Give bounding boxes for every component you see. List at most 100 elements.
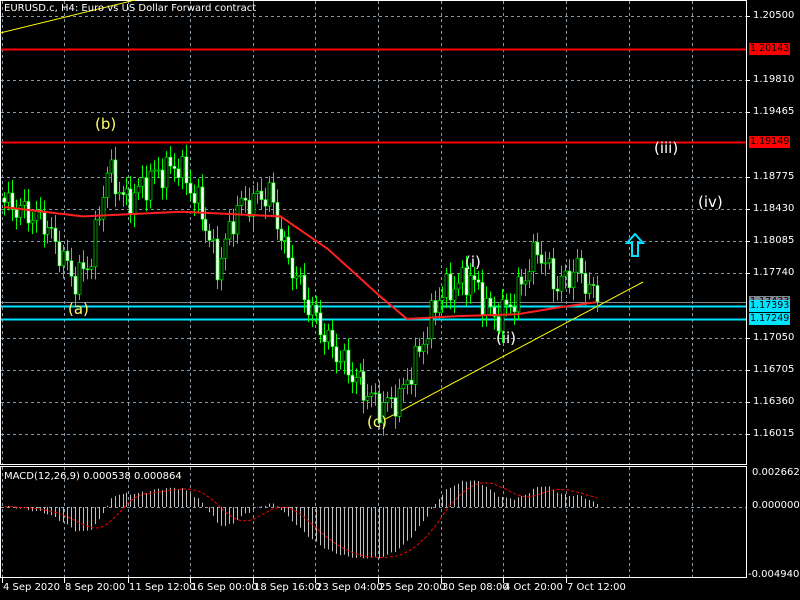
candle-body: [318, 312, 323, 336]
candle-body: [140, 177, 145, 187]
candle-body: [6, 192, 11, 203]
candle-body: [61, 250, 66, 267]
candle-body: [117, 192, 122, 195]
wave-label-b: (b): [95, 115, 117, 133]
candle-body: [144, 177, 149, 201]
time-label: 23 Sep 04:00: [316, 582, 383, 593]
candle-body: [401, 384, 406, 389]
candle-body: [523, 280, 528, 285]
candle-body: [421, 343, 426, 352]
candle-body: [393, 397, 398, 417]
candle-body: [413, 345, 418, 385]
candle-body: [326, 329, 331, 343]
candle-body: [417, 345, 422, 352]
candle-body: [405, 379, 410, 385]
candle-body: [85, 268, 90, 271]
candle-body: [239, 197, 244, 206]
candle-body: [437, 299, 442, 313]
wave-label-c: (c): [367, 413, 387, 431]
candle-body: [188, 182, 193, 194]
candle-body: [97, 218, 102, 221]
candle-body: [480, 282, 485, 316]
candle-body: [93, 219, 98, 268]
candle-body: [215, 238, 220, 281]
candle-body: [373, 392, 378, 395]
candle-body: [259, 190, 264, 200]
candle-body: [559, 275, 564, 292]
time-label: 18 Sep 16:00: [254, 582, 321, 593]
time-label: 11 Sep 12:00: [129, 582, 196, 593]
candle-body: [472, 275, 477, 281]
candle-body: [330, 329, 335, 347]
candle-body: [294, 275, 299, 279]
candle-body: [180, 156, 185, 179]
candle-body: [172, 165, 177, 169]
candle-body: [314, 304, 319, 314]
candle-body: [583, 273, 588, 294]
candle-body: [476, 279, 481, 283]
mt4-chart-window[interactable]: EURUSD.c, H4: Euro vs US Dollar Forward …: [0, 0, 800, 600]
time-label: 4 Oct 20:00: [504, 582, 563, 593]
candle-body: [121, 192, 126, 195]
candle-body: [156, 169, 161, 172]
candle-body: [286, 236, 291, 259]
candle-body: [176, 168, 181, 179]
price-tick-label: 1.20500: [753, 9, 795, 21]
price-tick-label: 1.19810: [753, 73, 795, 85]
time-label: 30 Sep 08:00: [442, 582, 509, 593]
candle-body: [132, 192, 137, 215]
candle-body: [184, 156, 189, 184]
candle-body: [444, 273, 449, 298]
candle-body: [298, 275, 303, 277]
candle-body: [425, 338, 430, 345]
candle-body: [196, 186, 201, 204]
candle-body: [73, 276, 78, 295]
candle-body: [555, 288, 560, 292]
candle-body: [77, 262, 82, 295]
macd-axis-min: -0.004940: [748, 569, 800, 580]
candle-body: [168, 156, 173, 167]
candle-body: [302, 275, 307, 301]
candle-body: [571, 271, 576, 288]
candle-body: [527, 271, 532, 282]
wave-label-ii: (ii): [496, 329, 517, 347]
candle-body: [358, 371, 363, 378]
candle-body: [109, 159, 114, 174]
price-tag: 1.20143: [749, 43, 790, 55]
macd-label: MACD(12,26,9) 0.000538 0.000864: [4, 471, 182, 482]
candle-body: [464, 267, 469, 296]
candle-body: [81, 262, 86, 270]
price-tick-label: 1.18775: [753, 170, 795, 182]
candle-body: [148, 170, 153, 201]
wave-label-i: (i): [465, 253, 481, 271]
candle-body: [30, 220, 35, 224]
time-label: 8 Sep 20:00: [65, 582, 126, 593]
candle-body: [346, 349, 351, 376]
candle-body: [512, 306, 517, 313]
candle-body: [488, 297, 493, 308]
candle-body: [595, 285, 600, 303]
candle-body: [227, 221, 232, 240]
price-tag: 1.19149: [749, 136, 790, 148]
candle-body: [484, 297, 489, 316]
up-arrow-icon[interactable]: [625, 233, 645, 258]
price-tick-label: 1.16360: [753, 395, 795, 407]
candle-body: [334, 346, 339, 363]
candle-body: [587, 284, 592, 294]
candle-body: [306, 299, 311, 316]
candle-body: [124, 188, 129, 195]
candle-body: [69, 260, 74, 277]
candle-body: [460, 267, 465, 284]
candle-body: [263, 199, 268, 207]
price-chart[interactable]: [0, 0, 800, 600]
candle-body: [89, 266, 94, 270]
candle-body: [342, 349, 347, 362]
candle-body: [591, 284, 596, 286]
price-tag: 1.17249: [749, 313, 790, 325]
price-tag: 1.17393: [749, 300, 790, 312]
candle-body: [322, 334, 327, 343]
candle-body: [42, 212, 47, 235]
candle-body: [160, 169, 165, 189]
price-tick-label: 1.16705: [753, 363, 795, 375]
price-tick-label: 1.18430: [753, 202, 795, 214]
